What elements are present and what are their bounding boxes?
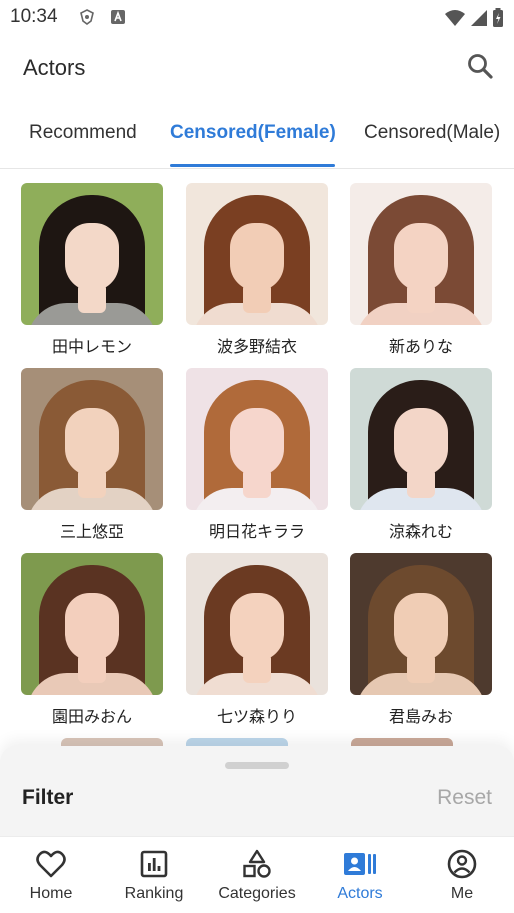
actor-name: 波多野結衣 xyxy=(216,337,297,356)
bar-chart-icon xyxy=(137,847,171,881)
actor-photo xyxy=(350,553,492,695)
drag-handle[interactable] xyxy=(225,762,289,769)
reset-button[interactable]: Reset xyxy=(437,786,492,810)
nav-categories[interactable]: Categories xyxy=(206,847,308,907)
notification-badge-icon xyxy=(78,9,96,30)
status-bar: 10:34 xyxy=(0,0,514,34)
nav-me-label: Me xyxy=(450,885,474,902)
search-icon xyxy=(468,54,493,79)
actor-photo xyxy=(350,183,492,325)
nav-actors[interactable]: Actors xyxy=(309,847,411,907)
actor-name: 新ありな xyxy=(388,337,453,356)
actor-card[interactable]: 涼森れむ xyxy=(350,368,492,541)
wifi-icon xyxy=(444,9,466,32)
actor-photo xyxy=(21,368,163,510)
nav-me[interactable]: Me xyxy=(411,847,513,907)
actor-photo xyxy=(350,368,492,510)
actor-photo xyxy=(186,553,328,695)
nav-categories-label: Categories xyxy=(218,885,296,902)
actor-grid: 田中レモン 波多野結衣 新ありな三上悠亞 明日花キララ 涼森れむ園田みおん 七ツ森りり 君島… xyxy=(0,170,514,750)
actor-name: 田中レモン xyxy=(51,337,132,356)
actor-name: 明日花キララ xyxy=(208,522,305,541)
actor-card[interactable]: 三上悠亞 xyxy=(21,368,163,541)
actor-name: 涼森れむ xyxy=(388,522,453,541)
app-bar: Actors xyxy=(0,34,514,100)
nav-ranking-label: Ranking xyxy=(124,885,184,902)
actor-card[interactable]: 波多野結衣 xyxy=(186,183,328,356)
tab-censored-female[interactable]: Censored(Female) xyxy=(170,122,336,144)
actor-photo xyxy=(21,553,163,695)
shapes-icon xyxy=(240,847,274,881)
tab-censored-male[interactable]: Censored(Male) xyxy=(364,122,500,144)
actor-name: 園田みおん xyxy=(51,707,132,726)
nav-actors-label: Actors xyxy=(337,885,383,902)
nav-ranking[interactable]: Ranking xyxy=(103,847,205,907)
actor-photo xyxy=(21,183,163,325)
battery-icon xyxy=(492,8,504,33)
signal-icon xyxy=(470,9,488,32)
status-time: 10:34 xyxy=(10,6,58,27)
bottom-nav: Home Ranking Categories Actors Me xyxy=(0,836,514,913)
heart-icon xyxy=(34,847,68,881)
search-button[interactable] xyxy=(464,50,496,82)
nav-home[interactable]: Home xyxy=(0,847,102,907)
actor-name: 七ツ森りり xyxy=(216,707,297,726)
font-a-icon xyxy=(110,9,126,30)
actor-card[interactable]: 新ありな xyxy=(350,183,492,356)
actor-card[interactable]: 七ツ森りり xyxy=(186,553,328,726)
actor-card[interactable]: 田中レモン xyxy=(21,183,163,356)
filter-title: Filter xyxy=(22,786,74,809)
actor-card[interactable]: 君島みお xyxy=(350,553,492,726)
actor-name: 君島みお xyxy=(388,707,453,726)
actor-photo xyxy=(186,183,328,325)
contacts-icon xyxy=(343,847,377,881)
tab-recommend[interactable]: Recommend xyxy=(29,122,137,144)
category-tabs: Recommend Censored(Female) Censored(Male… xyxy=(0,100,514,169)
actor-card[interactable]: 園田みおん xyxy=(21,553,163,726)
actor-card[interactable]: 明日花キララ xyxy=(186,368,328,541)
actor-photo xyxy=(186,368,328,510)
filter-sheet: Filter Reset xyxy=(0,746,514,836)
actor-name: 三上悠亞 xyxy=(59,522,124,541)
active-tab-indicator xyxy=(170,164,335,167)
person-circle-icon xyxy=(445,847,479,881)
page-title: Actors xyxy=(23,55,86,80)
nav-home-label: Home xyxy=(29,885,73,902)
